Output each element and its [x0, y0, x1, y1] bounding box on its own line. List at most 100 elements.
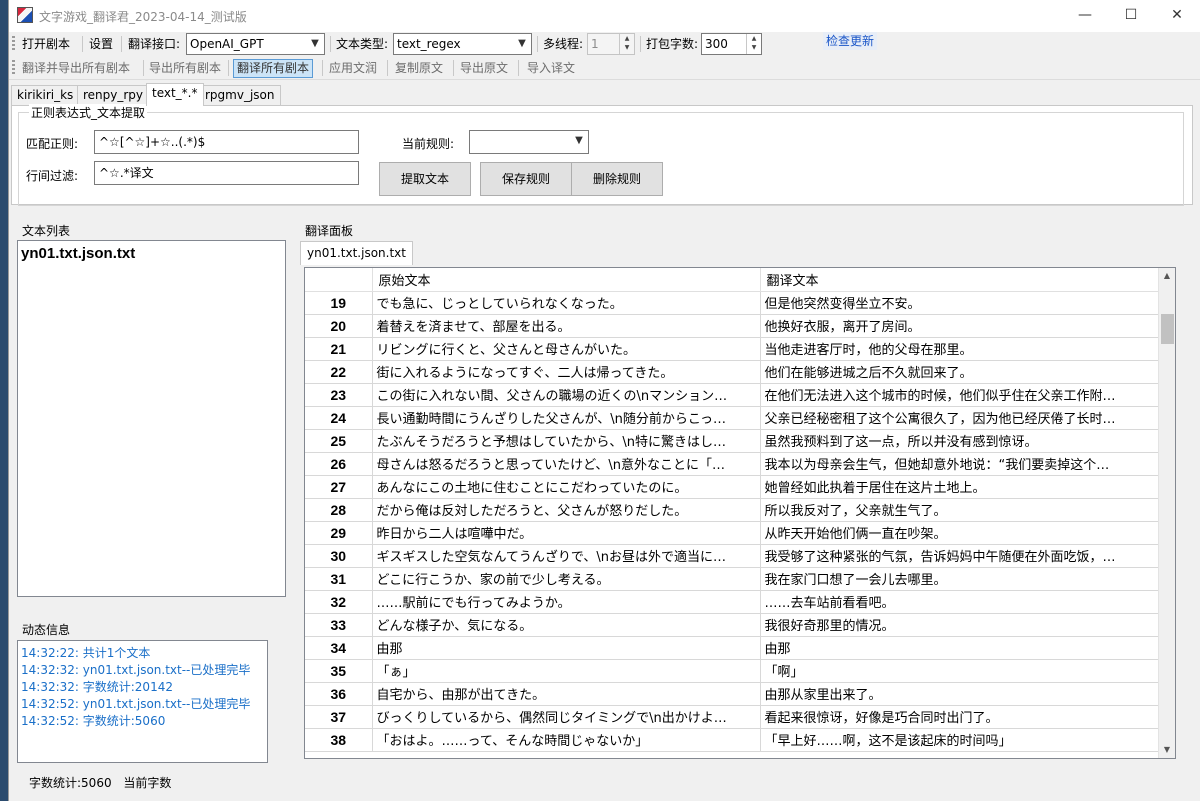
check-update-link[interactable]: 检查更新: [823, 32, 878, 50]
row-number-cell[interactable]: 37: [305, 705, 373, 729]
row-number-cell[interactable]: 23: [305, 383, 373, 407]
close-button[interactable]: ✕: [1154, 0, 1200, 32]
api-select[interactable]: OpenAI_GPT ▼: [186, 33, 325, 55]
row-number-cell[interactable]: 35: [305, 659, 373, 683]
table-row[interactable]: 26 母さんは怒るだろうと思っていたけど、\n意外なことに「… 我本以为母亲会生气，…: [305, 452, 1161, 476]
original-text-cell[interactable]: だから俺は反対しただろうと、父さんが怒りだした。: [372, 498, 761, 522]
original-text-cell[interactable]: 由那: [372, 636, 761, 660]
tab-kirikiri-ks[interactable]: kirikiri_ks: [11, 85, 80, 105]
original-text-cell[interactable]: ……駅前にでも行ってみようか。: [372, 590, 761, 614]
original-text-cell[interactable]: ギスギスした空気なんてうんざりで、\nお昼は外で適当に…: [372, 544, 761, 568]
original-text-cell[interactable]: びっくりしているから、偶然同じタイミングで\n出かけよ…: [372, 705, 761, 729]
translation-text-cell[interactable]: 「啊」: [760, 659, 1161, 683]
log-list[interactable]: 14:32:22: 共计1个文本 14:32:32: yn01.txt.json…: [17, 640, 268, 763]
original-text-cell[interactable]: 長い通勤時間にうんざりした父さんが、\n随分前からこっ…: [372, 406, 761, 430]
row-number-cell[interactable]: 26: [305, 452, 373, 476]
threads-stepper[interactable]: 1 ▲ ▼: [587, 33, 635, 55]
col-original[interactable]: 原始文本: [372, 268, 761, 292]
minimize-button[interactable]: —: [1062, 0, 1108, 32]
settings-button[interactable]: 设置: [89, 36, 113, 53]
translation-text-cell[interactable]: 她曾经如此执着于居住在这片土地上。: [760, 475, 1161, 499]
tab-renpy-rpy[interactable]: renpy_rpy: [77, 85, 150, 105]
table-row[interactable]: 35 「ぁ」 「啊」: [305, 659, 1161, 683]
original-text-cell[interactable]: この街に入れない間、父さんの職場の近くの\nマンション…: [372, 383, 761, 407]
original-text-cell[interactable]: たぶんそうだろうと予想はしていたから、\n特に驚きはし…: [372, 429, 761, 453]
text-list[interactable]: yn01.txt.json.txt: [17, 240, 286, 597]
export-original-button[interactable]: 导出原文: [460, 60, 508, 77]
tab-text-all[interactable]: text_*.*: [146, 83, 204, 106]
row-number-cell[interactable]: 38: [305, 728, 373, 752]
original-text-cell[interactable]: 街に入れるようになってすぐ、二人は帰ってきた。: [372, 360, 761, 384]
translate-all-button[interactable]: 翻译所有剧本: [233, 59, 314, 78]
tab-file-yn01[interactable]: yn01.txt.json.txt: [300, 241, 413, 265]
current-rule-select[interactable]: ▼: [469, 130, 589, 154]
translation-text-cell[interactable]: 当他走进客厅时，他的父母在那里。: [760, 337, 1161, 361]
tab-rpgmv-json[interactable]: rpgmv_json: [199, 85, 281, 105]
translation-text-cell[interactable]: 他们在能够进城之后不久就回来了。: [760, 360, 1161, 384]
original-text-cell[interactable]: 「おはよ。……って、そんな時間じゃないか」: [372, 728, 761, 752]
col-translation[interactable]: 翻译文本: [760, 268, 1161, 292]
translation-text-cell[interactable]: 「早上好……啊，这不是该起床的时间吗」: [760, 728, 1161, 752]
original-text-cell[interactable]: どこに行こうか、家の前で少し考える。: [372, 567, 761, 591]
table-row[interactable]: 38 「おはよ。……って、そんな時間じゃないか」 「早上好……啊，这不是该起床的时间…: [305, 728, 1161, 752]
copy-original-button[interactable]: 复制原文: [395, 60, 443, 77]
row-number-cell[interactable]: 29: [305, 521, 373, 545]
original-text-cell[interactable]: 昨日から二人は喧嘩中だ。: [372, 521, 761, 545]
original-text-cell[interactable]: リビングに行くと、父さんと母さんがいた。: [372, 337, 761, 361]
translation-text-cell[interactable]: 从昨天开始他们俩一直在吵架。: [760, 521, 1161, 545]
row-number-cell[interactable]: 31: [305, 567, 373, 591]
table-row[interactable]: 19 でも急に、じっとしていられなくなった。 但是他突然变得坐立不安。: [305, 291, 1161, 315]
translation-text-cell[interactable]: 虽然我预料到了这一点，所以并没有感到惊讶。: [760, 429, 1161, 453]
table-row[interactable]: 36 自宅から、由那が出てきた。 由那从家里出来了。: [305, 682, 1161, 706]
list-item[interactable]: yn01.txt.json.txt: [21, 245, 135, 262]
text-type-select[interactable]: text_regex ▼: [393, 33, 532, 55]
table-row[interactable]: 20 着替えを済ませて、部屋を出る。 他换好衣服，离开了房间。: [305, 314, 1161, 338]
original-text-cell[interactable]: 「ぁ」: [372, 659, 761, 683]
translate-export-all-button[interactable]: 翻译并导出所有剧本: [22, 60, 130, 77]
translation-text-cell[interactable]: 由那从家里出来了。: [760, 682, 1161, 706]
translation-grid[interactable]: 原始文本 翻译文本 19 でも急に、じっとしていられなくなった。 但是他突然变得坐立…: [304, 267, 1176, 759]
scroll-down-icon[interactable]: ▼: [1159, 742, 1175, 758]
original-text-cell[interactable]: 着替えを済ませて、部屋を出る。: [372, 314, 761, 338]
translation-text-cell[interactable]: 看起来很惊讶，好像是巧合同时出门了。: [760, 705, 1161, 729]
original-text-cell[interactable]: でも急に、じっとしていられなくなった。: [372, 291, 761, 315]
table-row[interactable]: 33 どんな様子か、気になる。 我很好奇那里的情况。: [305, 613, 1161, 637]
row-number-cell[interactable]: 33: [305, 613, 373, 637]
table-row[interactable]: 24 長い通勤時間にうんざりした父さんが、\n随分前からこっ… 父亲已经秘密租了这个…: [305, 406, 1161, 430]
row-number-cell[interactable]: 36: [305, 682, 373, 706]
row-number-cell[interactable]: 19: [305, 291, 373, 315]
table-row[interactable]: 37 びっくりしているから、偶然同じタイミングで\n出かけよ… 看起来很惊讶，好像是…: [305, 705, 1161, 729]
original-text-cell[interactable]: どんな様子か、気になる。: [372, 613, 761, 637]
table-row[interactable]: 21 リビングに行くと、父さんと母さんがいた。 当他走进客厅时，他的父母在那里。: [305, 337, 1161, 361]
row-number-cell[interactable]: 27: [305, 475, 373, 499]
match-regex-input[interactable]: ^☆[^☆]+☆..(.*)$: [94, 130, 359, 154]
original-text-cell[interactable]: 自宅から、由那が出てきた。: [372, 682, 761, 706]
translation-text-cell[interactable]: 由那: [760, 636, 1161, 660]
col-row-number[interactable]: [305, 268, 373, 292]
row-number-cell[interactable]: 34: [305, 636, 373, 660]
table-row[interactable]: 27 あんなにこの土地に住むことにこだわっていたのに。 她曾经如此执着于居住在这片土…: [305, 475, 1161, 499]
row-number-cell[interactable]: 20: [305, 314, 373, 338]
save-rule-button[interactable]: 保存规则: [480, 162, 572, 196]
table-row[interactable]: 29 昨日から二人は喧嘩中だ。 从昨天开始他们俩一直在吵架。: [305, 521, 1161, 545]
delete-rule-button[interactable]: 删除规则: [571, 162, 663, 196]
grid-scrollbar[interactable]: ▲ ▼: [1158, 268, 1175, 758]
translation-text-cell[interactable]: 他换好衣服，离开了房间。: [760, 314, 1161, 338]
translation-text-cell[interactable]: 父亲已经秘密租了这个公寓很久了，因为他已经厌倦了长时…: [760, 406, 1161, 430]
row-number-cell[interactable]: 21: [305, 337, 373, 361]
translation-text-cell[interactable]: ……去车站前看看吧。: [760, 590, 1161, 614]
row-number-cell[interactable]: 32: [305, 590, 373, 614]
translation-text-cell[interactable]: 我很好奇那里的情况。: [760, 613, 1161, 637]
row-number-cell[interactable]: 30: [305, 544, 373, 568]
table-row[interactable]: 25 たぶんそうだろうと予想はしていたから、\n特に驚きはし… 虽然我预料到了这一点…: [305, 429, 1161, 453]
line-filter-input[interactable]: ^☆.*译文: [94, 161, 359, 185]
translation-text-cell[interactable]: 我受够了这种紧张的气氛，告诉妈妈中午随便在外面吃饭，…: [760, 544, 1161, 568]
row-number-cell[interactable]: 22: [305, 360, 373, 384]
table-row[interactable]: 34 由那 由那: [305, 636, 1161, 660]
scroll-up-icon[interactable]: ▲: [1159, 268, 1175, 284]
table-row[interactable]: 23 この街に入れない間、父さんの職場の近くの\nマンション… 在他们无法进入这个城…: [305, 383, 1161, 407]
extract-text-button[interactable]: 提取文本: [379, 162, 471, 196]
row-number-cell[interactable]: 28: [305, 498, 373, 522]
table-row[interactable]: 22 街に入れるようになってすぐ、二人は帰ってきた。 他们在能够进城之后不久就回来了…: [305, 360, 1161, 384]
pack-size-stepper[interactable]: 300 ▲ ▼: [701, 33, 762, 55]
